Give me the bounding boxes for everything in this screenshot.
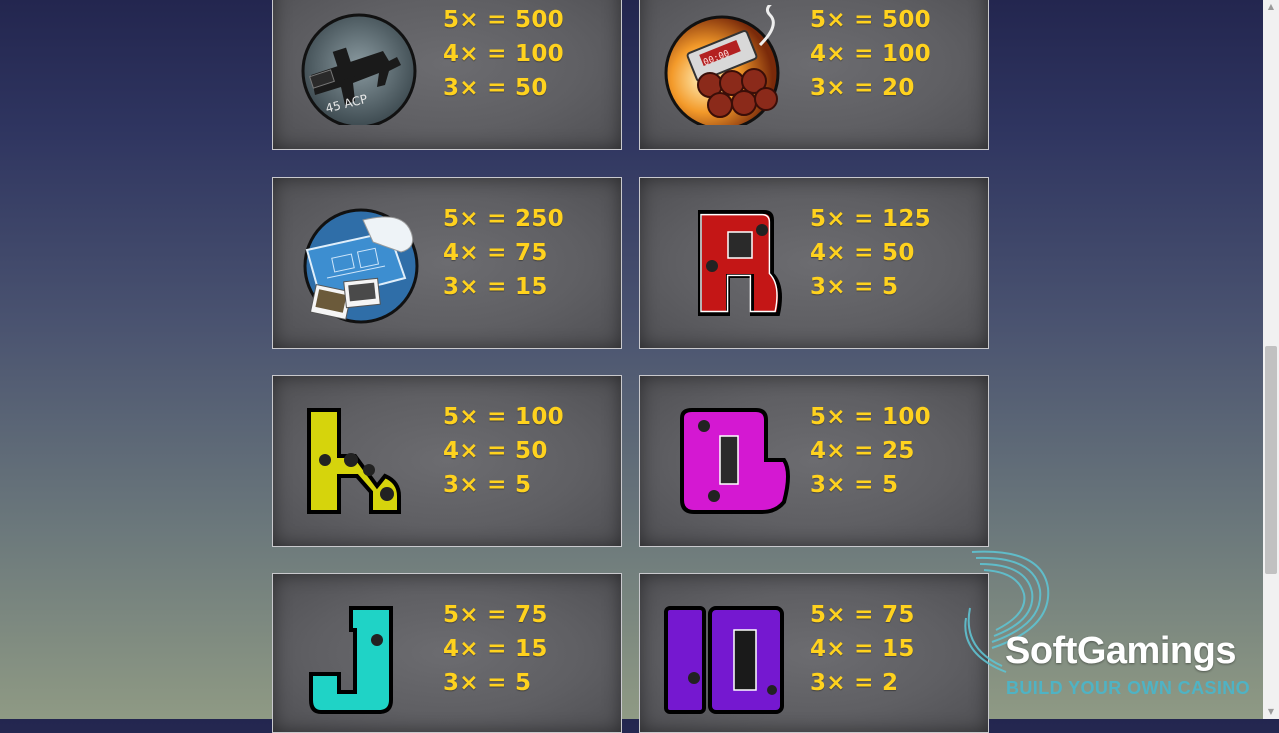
- payout-4x: 4× = 75: [443, 240, 548, 266]
- brand-tagline: BUILD YOUR OWN CASINO: [1006, 678, 1251, 698]
- blueprint-icon: [303, 208, 419, 324]
- payout-3x: 3× = 5: [443, 472, 532, 498]
- paytable-card-letter-q: 5× = 100 4× = 25 3× = 5: [639, 375, 989, 547]
- paytable-card-number-10: 5× = 75 4× = 15 3× = 2: [639, 573, 989, 733]
- payout-4x: 4× = 50: [810, 240, 915, 266]
- paytable-card-dynamite: 00:00 5× = 500 4× = 100 3× = 20: [639, 0, 989, 150]
- paytable-card-letter-k: 5× = 100 4× = 50 3× = 5: [272, 375, 622, 547]
- number-10-icon: [664, 606, 784, 714]
- payout-3x: 3× = 20: [810, 75, 915, 101]
- letter-q-icon: [680, 408, 790, 514]
- payout-5x: 5× = 500: [443, 7, 564, 33]
- paytable-card-letter-a: 5× = 125 4× = 50 3× = 5: [639, 177, 989, 349]
- brand-name: SoftGamings: [1005, 630, 1236, 672]
- scroll-down-arrow-icon[interactable]: ▼: [1263, 705, 1279, 719]
- softgamings-logo: SoftGamings BUILD YOUR OWN CASINO: [962, 548, 1262, 719]
- payout-3x: 3× = 15: [443, 274, 548, 300]
- payout-5x: 5× = 75: [810, 602, 915, 628]
- payout-5x: 5× = 100: [810, 404, 931, 430]
- payout-4x: 4× = 25: [810, 438, 915, 464]
- paytable-card-gun: 45 ACP 5× = 500 4× = 100 3× = 50: [272, 0, 622, 150]
- payout-3x: 3× = 5: [810, 274, 899, 300]
- letter-k-icon: [307, 408, 401, 514]
- dynamite-bomb-icon: 00:00: [664, 5, 780, 125]
- payout-3x: 3× = 5: [810, 472, 899, 498]
- payout-5x: 5× = 500: [810, 7, 931, 33]
- payout-4x: 4× = 100: [443, 41, 564, 67]
- payout-5x: 5× = 125: [810, 206, 931, 232]
- payout-4x: 4× = 100: [810, 41, 931, 67]
- scrollbar-thumb[interactable]: [1265, 346, 1277, 574]
- payout-5x: 5× = 250: [443, 206, 564, 232]
- payout-5x: 5× = 75: [443, 602, 548, 628]
- gun-icon: 45 ACP: [301, 13, 417, 125]
- letter-a-icon: [698, 210, 782, 316]
- payout-4x: 4× = 15: [443, 636, 548, 662]
- letter-j-icon: [309, 606, 393, 714]
- paytable-card-letter-j: 5× = 75 4× = 15 3× = 5: [272, 573, 622, 733]
- paytable-card-blueprint: 5× = 250 4× = 75 3× = 15: [272, 177, 622, 349]
- payout-4x: 4× = 15: [810, 636, 915, 662]
- payout-4x: 4× = 50: [443, 438, 548, 464]
- scroll-up-arrow-icon[interactable]: ▲: [1263, 0, 1279, 14]
- payout-3x: 3× = 5: [443, 670, 532, 696]
- payout-5x: 5× = 100: [443, 404, 564, 430]
- payout-3x: 3× = 2: [810, 670, 899, 696]
- payout-3x: 3× = 50: [443, 75, 548, 101]
- vertical-scrollbar[interactable]: ▲ ▼: [1263, 0, 1279, 719]
